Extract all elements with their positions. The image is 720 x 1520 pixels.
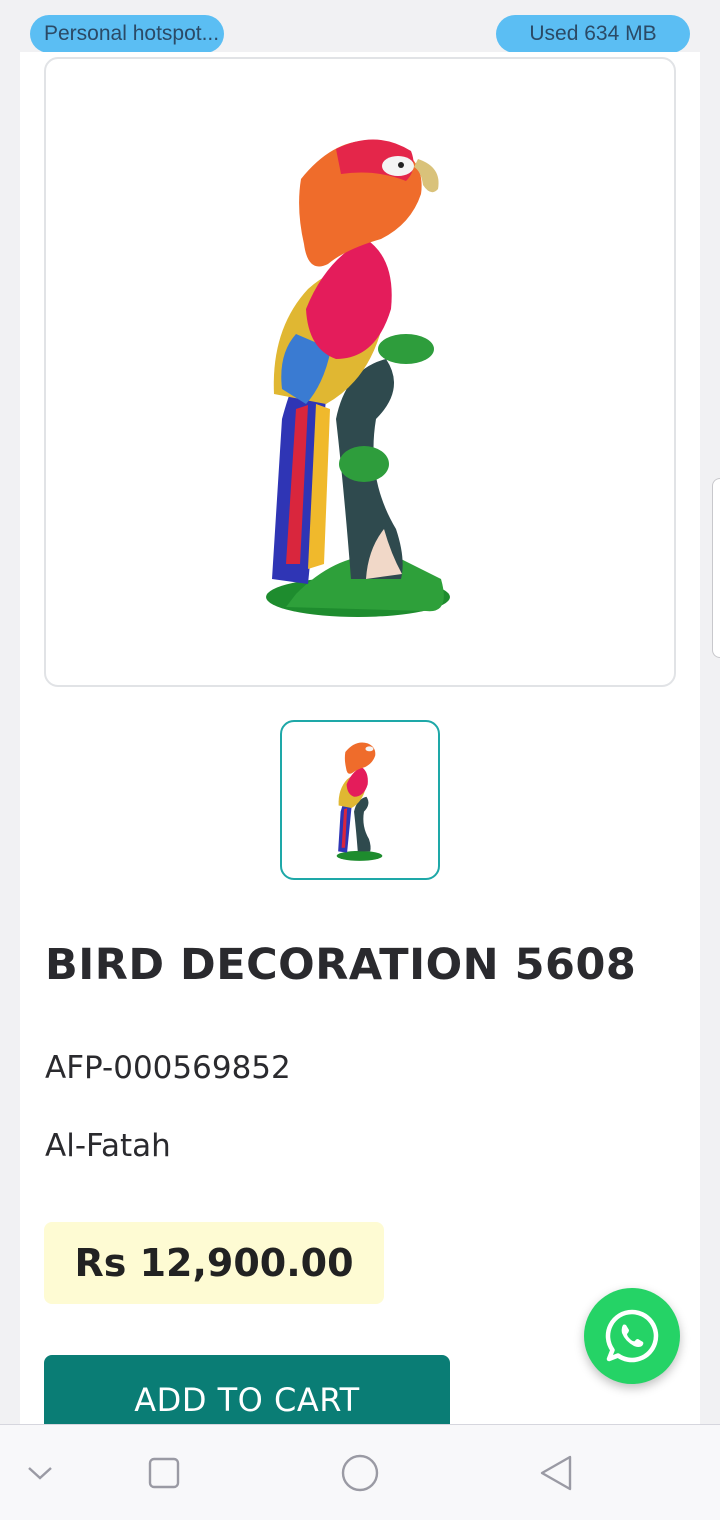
hotspot-status-pill[interactable]: Personal hotspot... [30,15,224,53]
add-to-cart-label: ADD TO CART [134,1381,360,1419]
price-value: Rs 12,900.00 [74,1241,354,1285]
product-card: BIRD DECORATION 5608 AFP-000569852 Al-Fa… [20,52,700,1426]
nav-recents-button[interactable] [134,1425,194,1520]
collapse-chevron-icon [28,1467,52,1480]
product-sku: AFP-000569852 [45,1050,291,1086]
home-circle-icon [341,1454,379,1492]
product-price: Rs 12,900.00 [44,1222,384,1304]
parrot-figurine-thumbnail [336,742,383,861]
system-navigation-bar [0,1424,720,1520]
parrot-figurine-image [266,139,450,617]
data-usage-label: Used 634 MB [529,22,657,45]
product-thumbnail[interactable] [280,720,440,880]
product-page: Personal hotspot... Used 634 MB BIRD DEC… [0,0,720,1520]
hotspot-label: Personal hotspot... [44,22,220,45]
product-title: BIRD DECORATION 5608 [45,940,637,990]
add-to-cart-button[interactable]: ADD TO CART [44,1355,450,1426]
product-main-image[interactable] [44,57,676,687]
back-triangle-icon [540,1455,572,1491]
nav-collapse-button[interactable] [10,1425,70,1520]
data-usage-pill[interactable]: Used 634 MB [496,15,690,53]
nav-back-button[interactable] [526,1425,586,1520]
product-brand: Al-Fatah [45,1128,171,1164]
whatsapp-icon [605,1309,659,1363]
nav-home-button[interactable] [330,1425,390,1520]
edge-panel-handle[interactable] [712,478,720,658]
whatsapp-chat-button[interactable] [584,1288,680,1384]
recents-square-icon [148,1457,180,1489]
